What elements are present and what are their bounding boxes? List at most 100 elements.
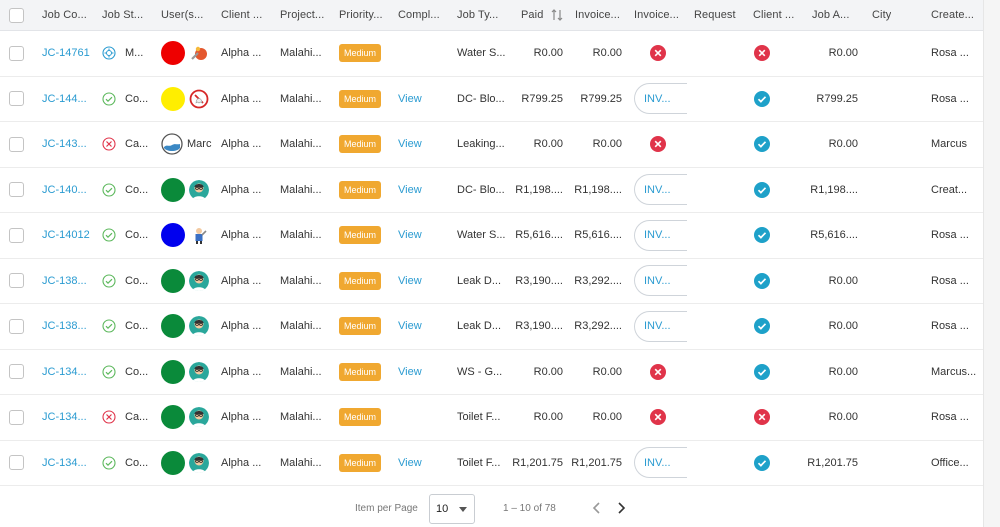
city-cell [872, 395, 928, 440]
users-cell [161, 259, 219, 304]
priority-cell: Medium [339, 31, 395, 76]
completion-cell: View [398, 304, 454, 349]
invoice-button[interactable]: INV... [634, 310, 687, 342]
row-checkbox[interactable] [9, 259, 24, 304]
user-color-dot [161, 450, 185, 475]
user-avatar[interactable] [161, 133, 183, 155]
priority-badge: Medium [339, 226, 382, 245]
table-row[interactable]: JC-14761 M... Alpha ... Malahi... Medium… [0, 31, 983, 77]
user-avatar[interactable] [189, 179, 209, 200]
col-header-request[interactable]: Request [694, 0, 736, 30]
job-code-link[interactable]: JC-140... [42, 168, 97, 213]
invoice-button[interactable]: INV... [634, 174, 687, 206]
job-code-link[interactable]: JC-138... [42, 304, 97, 349]
prev-page-button[interactable] [587, 498, 607, 518]
job-code-link[interactable]: JC-143... [42, 122, 97, 167]
job-status-text: M... [125, 47, 144, 60]
table-row[interactable]: JC-144... Co... Alpha ... Malahi... Medi… [0, 77, 983, 122]
col-header-job-amount[interactable]: Job A... [812, 0, 850, 30]
col-header-job-type[interactable]: Job Ty... [457, 0, 498, 30]
job-code-link[interactable]: JC-14761 [42, 31, 97, 76]
completion-view-link[interactable]: View [398, 138, 422, 150]
table-row[interactable]: JC-143... Ca... Marc Alpha ... Malahi...… [0, 122, 983, 168]
client-approved-cell [754, 304, 784, 349]
job-code-link[interactable]: JC-138... [42, 259, 97, 304]
user-avatar[interactable] [189, 225, 209, 246]
invoice-button[interactable]: INV... [634, 447, 687, 479]
city-cell [872, 77, 928, 122]
row-checkbox[interactable] [9, 122, 24, 167]
priority-cell: Medium [339, 350, 395, 395]
user-avatar[interactable] [189, 43, 209, 64]
job-code-link[interactable]: JC-144... [42, 77, 97, 122]
col-header-client-approved[interactable]: Client ... [753, 0, 794, 30]
created-by-cell: Marcus [931, 138, 968, 151]
completion-view-link[interactable]: View [398, 184, 422, 196]
user-avatar[interactable] [189, 270, 209, 291]
row-checkbox[interactable] [9, 304, 24, 349]
col-header-created[interactable]: Create... [931, 0, 974, 30]
job-amount-cell: R5,616.... [810, 229, 858, 242]
completion-view-link[interactable]: View [398, 320, 422, 332]
invoice-button[interactable]: INV... [634, 265, 687, 297]
row-checkbox[interactable] [9, 168, 24, 213]
job-status: Co... [102, 350, 158, 395]
col-header-city[interactable]: City [872, 0, 891, 30]
project-cell: Malahi... [280, 411, 322, 424]
created-by-cell: Office... [931, 456, 969, 469]
table-row[interactable]: JC-134... Co... Alpha ... Malahi... Medi… [0, 350, 983, 395]
completion-view-link[interactable]: View [398, 366, 422, 378]
job-code-link[interactable]: JC-14012 [42, 213, 97, 258]
job-code-link[interactable]: JC-134... [42, 441, 97, 486]
job-code-link[interactable]: JC-134... [42, 350, 97, 395]
completion-view-link[interactable]: View [398, 93, 422, 105]
row-checkbox[interactable] [9, 395, 24, 440]
invoice-button[interactable]: INV... [634, 83, 687, 115]
row-checkbox[interactable] [9, 31, 24, 76]
table-row[interactable]: JC-138... Co... Alpha ... Malahi... Medi… [0, 259, 983, 304]
sort-icon[interactable] [550, 8, 564, 22]
col-header-paid[interactable]: Paid [521, 0, 564, 30]
users-cell: Marc [161, 122, 219, 167]
col-header-priority[interactable]: Priority... [339, 0, 383, 30]
completion-cell: View [398, 122, 454, 167]
invoiced-cell: R5,616.... [574, 229, 622, 242]
col-header-client[interactable]: Client ... [221, 0, 262, 30]
row-checkbox[interactable] [9, 213, 24, 258]
created-by-cell: Rosa ... [931, 320, 969, 333]
vertical-scrollbar[interactable] [983, 0, 1000, 527]
table-row[interactable]: JC-140... Co... Alpha ... Malahi... Medi… [0, 168, 983, 213]
col-header-job-code[interactable]: Job Co... [42, 0, 87, 30]
completion-view-link[interactable]: View [398, 229, 422, 241]
col-header-invoiced[interactable]: Invoice... [575, 0, 620, 30]
completion-view-link[interactable]: View [398, 275, 422, 287]
user-color-dot [161, 268, 185, 293]
invoice-button[interactable]: INV... [634, 219, 687, 251]
table-row[interactable]: JC-138... Co... Alpha ... Malahi... Medi… [0, 304, 983, 350]
col-header-invoice-status[interactable]: Invoice... [634, 0, 679, 30]
job-code-link[interactable]: JC-134... [42, 395, 97, 440]
user-avatar[interactable] [189, 88, 209, 109]
table-row[interactable]: JC-14012 Co... Alpha ... Malahi... Mediu… [0, 213, 983, 259]
user-avatar[interactable] [189, 407, 209, 428]
user-avatar[interactable] [189, 316, 209, 337]
row-checkbox[interactable] [9, 77, 24, 122]
select-all-checkbox[interactable] [9, 0, 24, 30]
col-header-job-status[interactable]: Job St... [102, 0, 143, 30]
user-avatar[interactable] [189, 361, 209, 382]
row-checkbox[interactable] [9, 350, 24, 395]
next-page-button[interactable] [611, 498, 631, 518]
invoice-status-cell: INV... [634, 77, 692, 122]
user-avatar[interactable] [189, 452, 209, 473]
col-header-project[interactable]: Project... [280, 0, 324, 30]
project-cell: Malahi... [280, 47, 322, 60]
table-row[interactable]: JC-134... Ca... Alpha ... Malahi... Medi… [0, 395, 983, 441]
row-checkbox[interactable] [9, 441, 24, 486]
completion-view-link[interactable]: View [398, 457, 422, 469]
users-cell [161, 77, 219, 122]
col-header-completion[interactable]: Compl... [398, 0, 440, 30]
col-header-users[interactable]: User(s... [161, 0, 203, 30]
table-row[interactable]: JC-134... Co... Alpha ... Malahi... Medi… [0, 441, 983, 486]
items-per-page-select[interactable]: 10 [429, 494, 475, 524]
check-circle-icon [102, 274, 116, 288]
